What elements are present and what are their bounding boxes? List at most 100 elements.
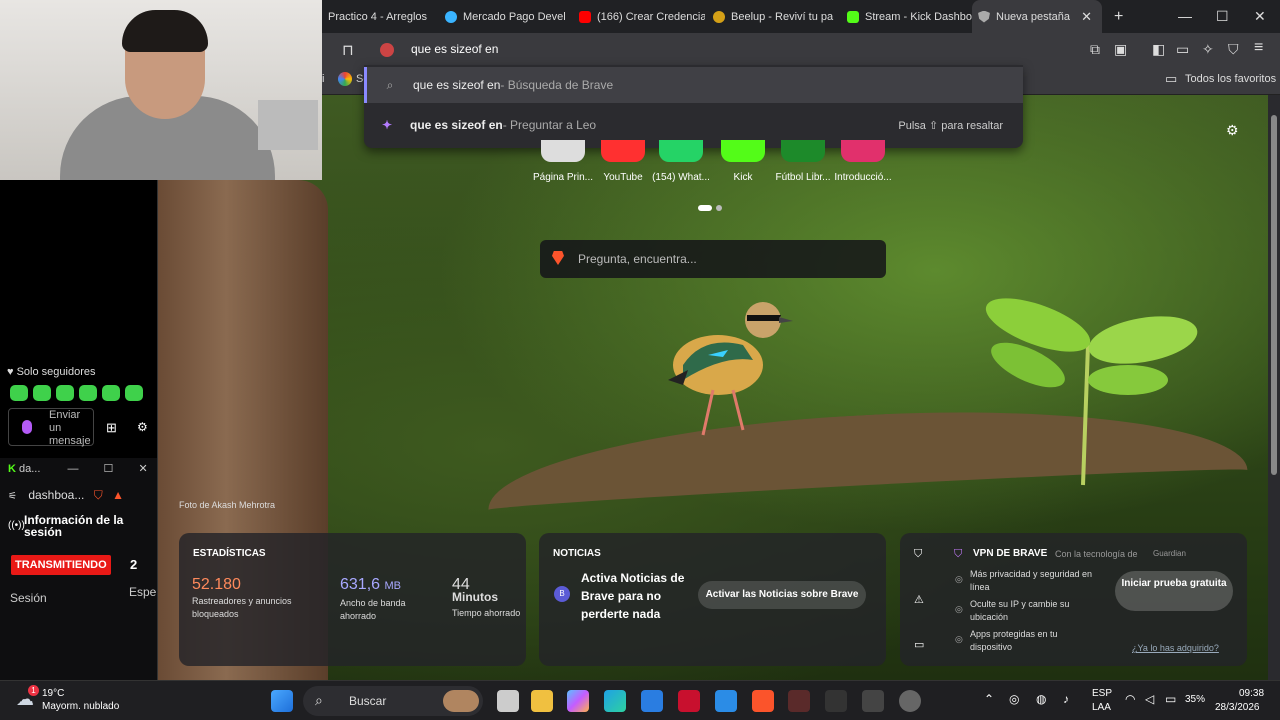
tray-app-icon[interactable]: ◍ <box>1036 692 1046 706</box>
close-icon[interactable]: ✕ <box>138 463 147 475</box>
extensions-icon[interactable]: ⧉ <box>1090 41 1100 58</box>
youtube-icon <box>579 10 591 23</box>
vpn-icon[interactable]: ⛉ <box>1228 41 1239 58</box>
all-bookmarks[interactable]: Todos los favoritos <box>1185 73 1276 85</box>
scrollbar-thumb[interactable] <box>1271 115 1277 475</box>
page-scrollbar[interactable] <box>1268 95 1280 680</box>
sidebar-icon[interactable]: ◧ <box>1152 41 1165 58</box>
new-tab-button[interactable]: + <box>1108 0 1132 33</box>
app-icon[interactable] <box>788 690 810 712</box>
chevron-up-icon[interactable]: ⌃ <box>984 692 994 706</box>
page-dot[interactable] <box>716 205 722 211</box>
search-highlight-image <box>443 690 479 712</box>
start-windows-icon[interactable] <box>271 690 293 712</box>
vscode-icon[interactable] <box>715 690 737 712</box>
emote-icon[interactable] <box>33 385 51 401</box>
kick-icon: K <box>8 463 16 475</box>
tab-kick-dashboard[interactable]: Stream - Kick Dashbo <box>841 0 973 33</box>
heart-icon: ♥ <box>7 366 14 378</box>
vpn-widget-icon[interactable]: ▭ <box>914 638 924 651</box>
microphone-icon[interactable]: ♪ <box>1063 692 1069 706</box>
screenshot-icon[interactable]: ▣ <box>1114 41 1127 58</box>
suggestion-search[interactable]: ⌕ que es sizeof en - Búsqueda de Brave <box>364 67 1023 103</box>
clock-time[interactable]: 09:38 <box>1239 688 1264 699</box>
tab-label: Beelup - Reviví tu pa <box>731 10 834 23</box>
wallet-icon[interactable]: ▭ <box>1176 41 1189 58</box>
emote-icon[interactable] <box>56 385 74 401</box>
suggestion-leo[interactable]: ✦ que es sizeof en - Preguntar a Leo Pul… <box>364 107 1023 143</box>
shield-icon[interactable]: ⛉ <box>914 548 922 561</box>
enable-news-button[interactable]: Activar las Noticias sobre Brave <box>698 581 866 609</box>
maximize-icon[interactable]: ☐ <box>1216 8 1229 25</box>
leo-ai-icon[interactable]: ✧ <box>1202 41 1214 58</box>
tab-youtube[interactable]: (166) Crear Credencia <box>573 0 705 33</box>
mcafee-icon[interactable] <box>678 690 700 712</box>
weather-badge: 1 <box>28 685 39 696</box>
omnibox-suggestions: ⌕ que es sizeof en - Búsqueda de Brave ✦… <box>364 65 1023 148</box>
volume-icon[interactable]: ◁ <box>1145 692 1154 706</box>
mic-icon[interactable] <box>22 420 32 434</box>
page-dot[interactable] <box>698 205 712 211</box>
battery-icon[interactable]: ▭ <box>1165 692 1176 706</box>
tab-mercado-pago[interactable]: Mercado Pago Devel <box>439 0 571 33</box>
viewer-count: 2 <box>130 557 138 572</box>
stream-chat-panel: ♥ Solo seguidores Enviar un mensaje ⊞ ⚙ <box>0 180 158 458</box>
already-purchased-link[interactable]: ¿Ya lo has adquirido? <box>1132 643 1219 653</box>
clock-date[interactable]: 28/3/2026 <box>1215 702 1260 713</box>
task-view-icon[interactable] <box>497 690 519 712</box>
minimize-icon[interactable]: — <box>1178 8 1192 24</box>
suggestion-source: - Preguntar a Leo <box>502 118 597 132</box>
brave-icon[interactable] <box>752 690 774 712</box>
emote-icon[interactable] <box>79 385 97 401</box>
weather-desc[interactable]: Mayorm. nublado <box>42 701 119 712</box>
close-tab-icon[interactable]: ✕ <box>1081 9 1092 25</box>
wifi-app-icon[interactable] <box>825 690 847 712</box>
warning-icon[interactable]: ⚠ <box>914 593 924 606</box>
obs-icon[interactable] <box>899 690 921 712</box>
vpn-shield-icon: ⛉ <box>954 548 963 560</box>
start-vpn-trial-button[interactable]: Iniciar prueba gratuita <box>1115 571 1233 611</box>
emote-icon[interactable] <box>102 385 120 401</box>
dashboard-tab[interactable]: dashboa... <box>28 488 84 502</box>
tab-new-tab[interactable]: Nueva pestaña ✕ <box>972 0 1102 33</box>
minimize-icon[interactable]: — <box>67 463 78 475</box>
newtab-search-input[interactable]: Pregunta, encuentra... <box>540 240 886 278</box>
wifi-icon[interactable]: ◠ <box>1125 692 1135 706</box>
check-icon: ◎ <box>955 634 963 644</box>
language-layout[interactable]: LAA <box>1092 702 1111 713</box>
language-code[interactable]: ESP <box>1092 688 1112 699</box>
maximize-icon[interactable]: ☐ <box>104 463 114 475</box>
bookmark-partial[interactable]: i <box>322 73 324 85</box>
brave-icon[interactable]: ⛉ <box>94 488 103 502</box>
top-site-tile[interactable]: Introducció... <box>828 140 898 183</box>
tab-label: Mercado Pago Devel <box>463 10 566 23</box>
bookmark-icon[interactable]: ⊓ <box>342 41 354 59</box>
brave-shields-icon[interactable] <box>380 43 394 57</box>
store-icon[interactable] <box>641 690 663 712</box>
tray-icon[interactable]: ◎ <box>1009 692 1019 706</box>
google-icon <box>338 72 352 86</box>
top-site-tile[interactable]: (154) What... <box>646 140 716 183</box>
tab-strip: Practico 4 - Arreglos Mercado Pago Devel… <box>322 0 1280 33</box>
photo-credit[interactable]: Foto de Akash Mehrotra <box>179 500 275 510</box>
menu-icon[interactable]: ≡ <box>1254 39 1263 57</box>
emote-icon[interactable] <box>10 385 28 401</box>
chat-message-input[interactable]: Enviar un mensaje <box>8 408 94 447</box>
emote-icon[interactable] <box>125 385 143 401</box>
weather-temp[interactable]: 19°C <box>42 688 64 699</box>
tune-icon[interactable]: ⚟ <box>8 491 17 502</box>
copilot-icon[interactable] <box>567 690 589 712</box>
tab-practico[interactable]: Practico 4 - Arreglos <box>322 0 437 33</box>
address-bar-input[interactable]: que es sizeof en <box>411 42 498 56</box>
tile-label: Introducció... <box>834 172 892 183</box>
edge-icon[interactable] <box>604 690 626 712</box>
app-icon[interactable] <box>862 690 884 712</box>
rewards-icon[interactable]: ▲ <box>112 488 124 502</box>
chat-settings-icon[interactable]: ⚙ <box>137 420 148 434</box>
file-explorer-icon[interactable] <box>531 690 553 712</box>
newtab-settings-gear-icon[interactable]: ⚙ <box>1226 122 1239 139</box>
gift-icon[interactable]: ⊞ <box>106 420 117 436</box>
close-window-icon[interactable]: ✕ <box>1254 8 1266 25</box>
tab-beelup[interactable]: Beelup - Reviví tu pa <box>707 0 839 33</box>
taskbar-search[interactable]: ⌕ Buscar <box>303 686 483 716</box>
